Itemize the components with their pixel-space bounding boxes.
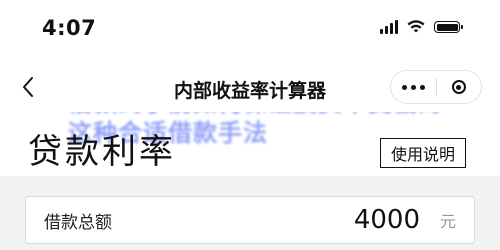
cellular-signal-icon	[380, 20, 398, 34]
mini-program-capsule	[390, 70, 482, 104]
status-bar: 4:07	[0, 0, 500, 64]
wifi-icon	[407, 20, 425, 33]
close-target-icon	[451, 80, 466, 94]
more-button[interactable]	[391, 71, 436, 103]
nav-bar: 内部收益率计算器	[0, 64, 500, 112]
status-time: 4:07	[42, 16, 97, 40]
loan-amount-label: 借款总额	[44, 212, 112, 233]
status-icons	[380, 20, 463, 34]
battery-icon	[434, 21, 463, 33]
loan-amount-unit: 元	[439, 212, 456, 231]
more-dots-icon	[401, 84, 425, 90]
instructions-button[interactable]: 使用说明	[380, 138, 466, 168]
loan-amount-row[interactable]: 借款总额 元	[25, 196, 475, 244]
loan-amount-input[interactable]	[279, 205, 420, 235]
close-button[interactable]	[437, 71, 482, 103]
section-heading: 贷款利率	[28, 132, 176, 172]
